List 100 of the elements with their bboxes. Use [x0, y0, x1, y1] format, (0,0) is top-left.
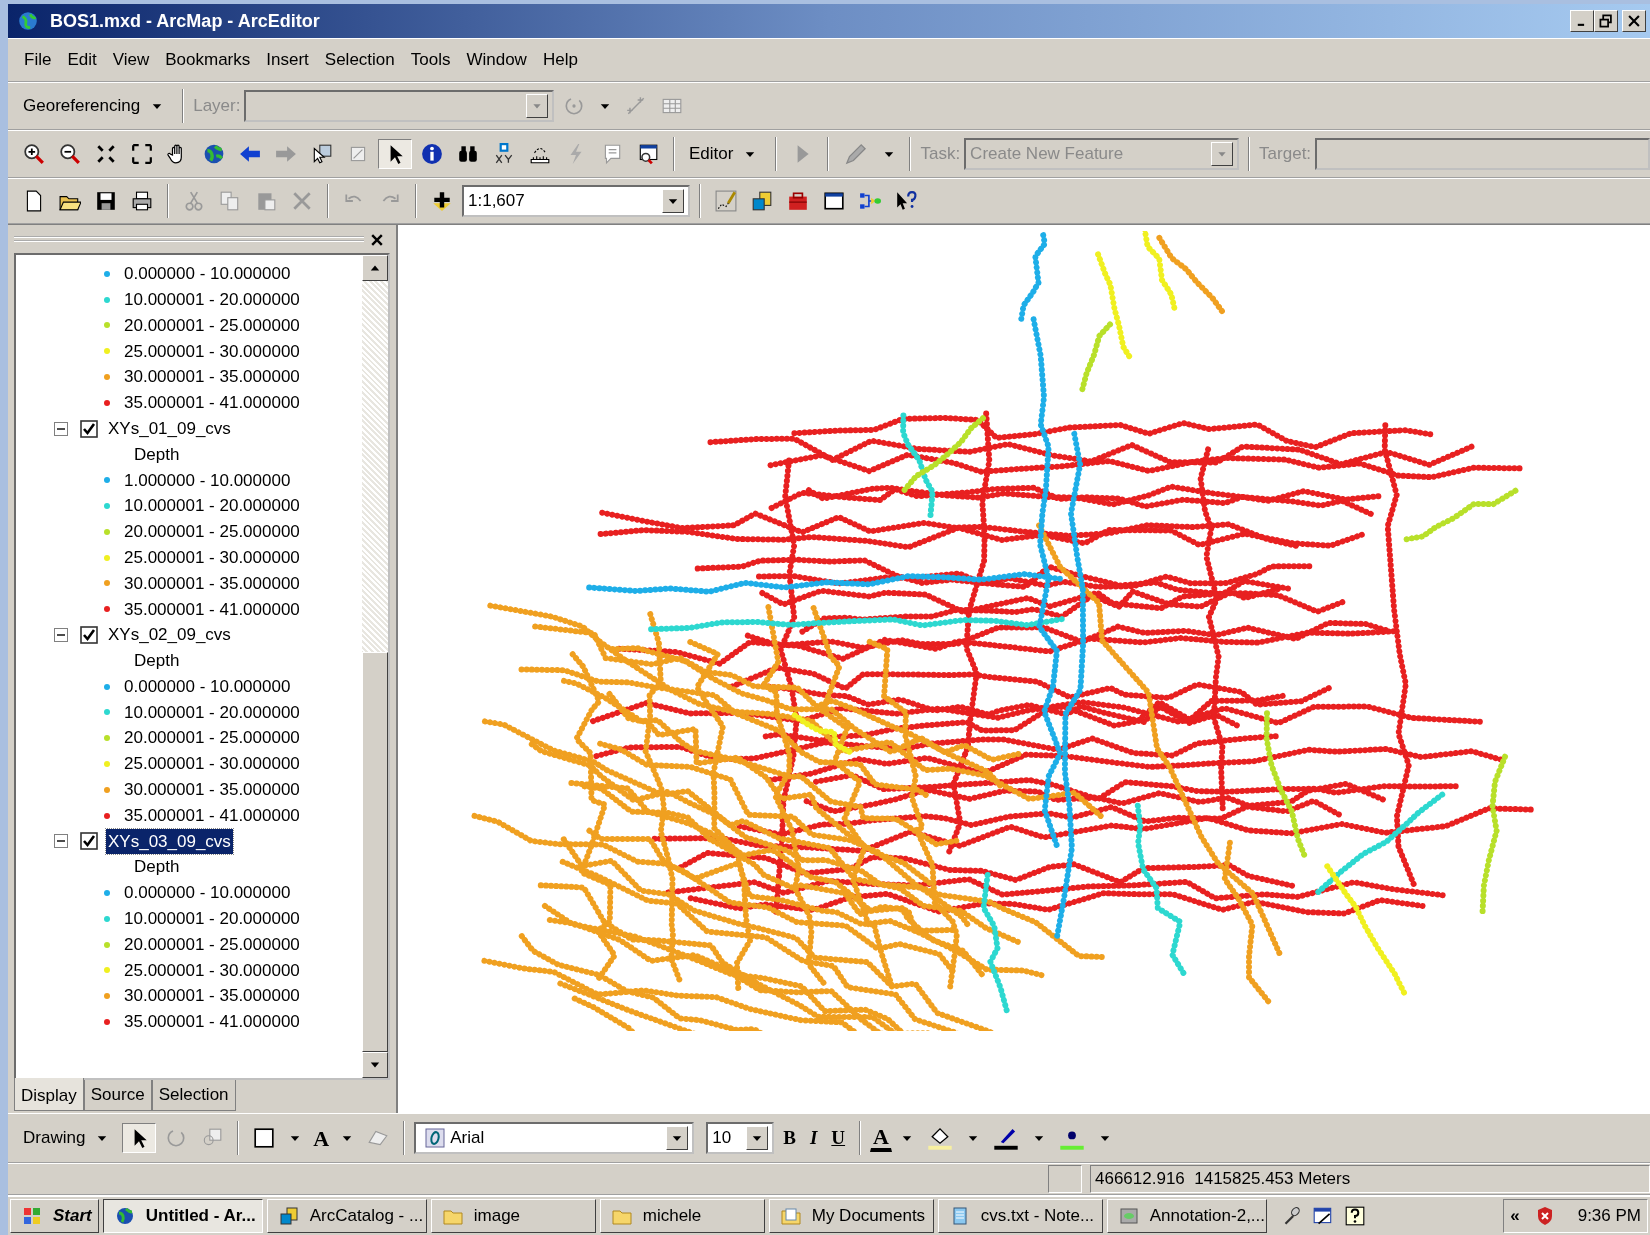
zoom-out-icon[interactable] [59, 143, 81, 165]
field-name: Depth [134, 650, 180, 673]
layer-dropdown[interactable] [244, 90, 555, 122]
layer-name[interactable]: XYs_01_09_cvs [106, 415, 233, 442]
tab[interactable]: Source [83, 1079, 152, 1111]
text-tool-button[interactable]: A [310, 1120, 333, 1156]
restore-icon[interactable] [1599, 14, 1613, 28]
taskbar-button[interactable]: michele [599, 1199, 765, 1233]
collapse-icon[interactable] [54, 628, 68, 643]
format-button[interactable]: I [804, 1120, 823, 1156]
menu-item[interactable]: Window [460, 47, 533, 73]
show-hidden-icons-button[interactable]: « [1510, 1203, 1520, 1229]
format-button[interactable]: B [778, 1120, 801, 1156]
globe-icon[interactable] [203, 143, 225, 165]
task-label: Task: [920, 143, 961, 166]
viewer-icon [1118, 1206, 1139, 1226]
close-icon[interactable] [1627, 14, 1641, 28]
taskbar-button[interactable]: cvs.txt - Note... [937, 1199, 1103, 1233]
legend-label: 10.000001 - 20.000000 [124, 701, 300, 724]
tab[interactable]: Selection [151, 1079, 236, 1111]
legend-label: 0.000000 - 10.000000 [124, 263, 291, 286]
menu-item[interactable]: View [106, 47, 156, 73]
format-button[interactable]: U [826, 1120, 851, 1156]
add-data-icon[interactable] [431, 190, 453, 212]
scale-dropdown[interactable]: 1:1,607 [462, 185, 690, 217]
toolbox-icon[interactable] [787, 190, 809, 212]
legend-label: 0.000000 - 10.000000 [124, 675, 291, 698]
drawing-menu[interactable]: Drawing [18, 1122, 119, 1154]
scrollbar-thumb[interactable] [362, 651, 388, 1052]
xy-icon[interactable] [493, 143, 515, 165]
arrows-out-icon[interactable] [131, 143, 153, 165]
collapse-icon[interactable] [54, 834, 68, 849]
rectangle-icon[interactable] [253, 1127, 276, 1149]
help-icon[interactable] [1343, 1205, 1366, 1227]
menu-item[interactable]: Edit [61, 47, 103, 73]
globe-icon [17, 10, 39, 32]
menu-item[interactable]: Selection [318, 47, 401, 73]
fill-color-icon[interactable] [926, 1125, 953, 1151]
scroll-up-button[interactable] [362, 255, 388, 281]
status-panel [1048, 1165, 1082, 1193]
window-icon[interactable] [637, 143, 659, 165]
close-button[interactable] [1622, 10, 1646, 32]
collapse-icon[interactable] [54, 421, 68, 436]
model-icon[interactable] [859, 190, 881, 212]
restore-button[interactable] [1594, 10, 1618, 32]
font-color-button[interactable]: A [870, 1124, 892, 1152]
legend-label: 30.000001 - 35.000000 [124, 572, 300, 595]
legend-label: 30.000001 - 35.000000 [124, 366, 300, 389]
info-icon[interactable] [421, 143, 443, 165]
legend-label: 35.000001 - 41.000000 [124, 392, 300, 415]
legend-label: 35.000001 - 41.000000 [124, 1011, 300, 1034]
layer-name[interactable]: XYs_02_09_cvs [106, 622, 233, 648]
layer-label: Layer: [193, 95, 241, 118]
legend-label: 25.000001 - 30.000000 [124, 959, 300, 982]
menu-item[interactable]: Bookmarks [159, 47, 257, 73]
legend-label: 10.000001 - 20.000000 [124, 288, 300, 311]
target-label: Target: [1259, 143, 1312, 166]
legend-label: 20.000001 - 25.000000 [124, 727, 300, 750]
catalog-icon[interactable] [751, 190, 773, 212]
legend-label: 30.000001 - 35.000000 [124, 985, 300, 1008]
pen-tablet-icon[interactable] [1311, 1205, 1334, 1227]
layer-name[interactable]: XYs_03_09_cvs [106, 828, 233, 855]
save-icon[interactable] [95, 190, 117, 212]
checkbox[interactable] [80, 626, 98, 645]
checkbox[interactable] [80, 832, 98, 851]
documents-icon [780, 1206, 801, 1226]
arrows-in-icon[interactable] [95, 143, 117, 165]
font-size-dropdown[interactable]: 10 [706, 1122, 775, 1154]
target-dropdown[interactable] [1315, 138, 1650, 170]
globe-icon [114, 1206, 135, 1226]
taskbar-button[interactable]: My Documents [768, 1199, 934, 1233]
legend-label: 0.000000 - 10.000000 [124, 882, 291, 905]
coordinates-text: 466612.916 1415825.453 Meters [1095, 1168, 1351, 1191]
taskbar-button[interactable]: image [430, 1199, 596, 1233]
taskbar-button[interactable]: Untitled - Ar... [102, 1199, 263, 1233]
legend-label: 20.000001 - 25.000000 [124, 521, 300, 544]
menu-item[interactable]: Help [536, 47, 584, 73]
start-button[interactable]: Start [10, 1199, 99, 1233]
minimize-button[interactable] [1570, 10, 1594, 32]
print-icon[interactable] [131, 190, 153, 212]
clock: 9:36 PM [1577, 1205, 1641, 1228]
checkbox[interactable] [80, 419, 98, 438]
binoculars-icon[interactable] [457, 143, 479, 165]
field-name: Depth [134, 856, 180, 879]
legend-label: 35.000001 - 41.000000 [124, 804, 300, 827]
menu-item[interactable]: Insert [260, 47, 315, 73]
scroll-down-button[interactable] [362, 1051, 388, 1078]
whats-this-icon[interactable] [895, 190, 917, 212]
taskbar-button[interactable]: Annotation-2,... [1106, 1199, 1267, 1233]
select-features-icon[interactable] [311, 143, 333, 165]
taskbar-button[interactable]: ArcCatalog - ... [266, 1199, 427, 1233]
legend-label: 25.000001 - 30.000000 [124, 546, 300, 569]
menu-item[interactable]: Tools [404, 47, 457, 73]
legend-label: 25.000001 - 30.000000 [124, 340, 300, 363]
windows-logo-icon [22, 1206, 42, 1226]
menu-item[interactable]: File [18, 47, 58, 73]
tab[interactable]: Display [14, 1077, 84, 1111]
editor-toolbar-icon[interactable] [715, 190, 737, 212]
zoom-in-icon[interactable] [23, 143, 45, 165]
font-dropdown[interactable]: Arial [414, 1122, 695, 1154]
